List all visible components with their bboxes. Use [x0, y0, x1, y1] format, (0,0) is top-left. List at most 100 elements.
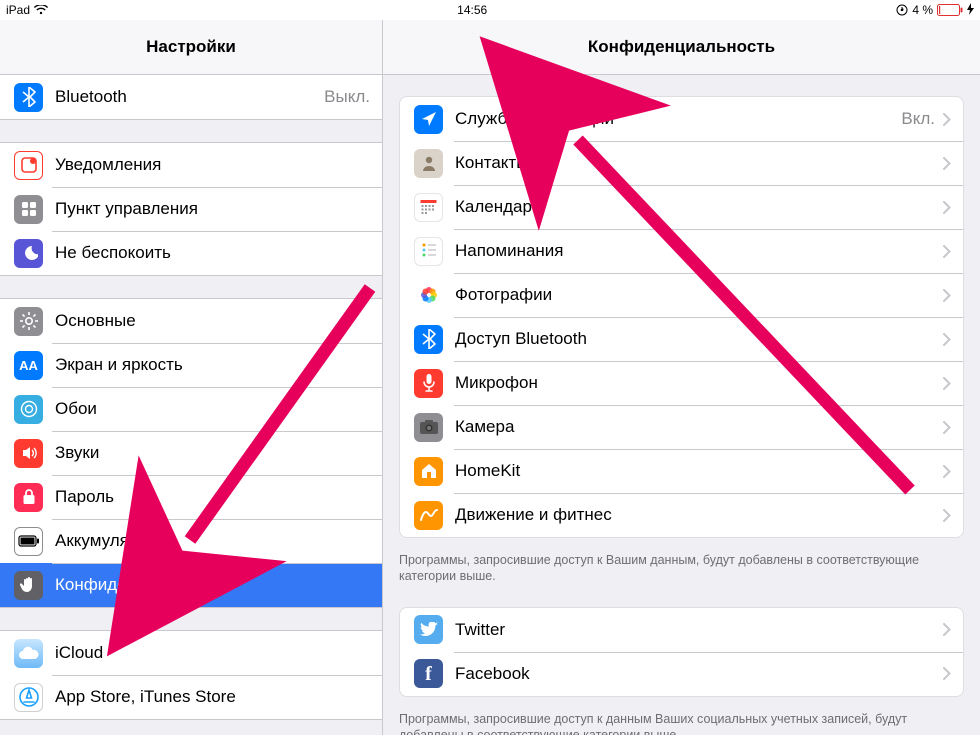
detail-item-label: Микрофон: [455, 373, 935, 393]
gear-icon: [14, 307, 43, 336]
sidebar-item-label: Звуки: [55, 443, 370, 463]
detail-item-contacts[interactable]: Контакты: [400, 141, 963, 185]
sidebar-item-notifications[interactable]: Уведомления: [0, 143, 382, 187]
home-icon: [414, 457, 443, 486]
sidebar-item-label: Обои: [55, 399, 370, 419]
sidebar-group: Основные AA Экран и яркость Обои Звуки: [0, 298, 382, 608]
wifi-icon: [34, 5, 48, 15]
bluetooth-icon: [414, 325, 443, 354]
sidebar-item-value: Выкл.: [324, 87, 370, 107]
detail-item-location[interactable]: Службы геолокации Вкл.: [400, 97, 963, 141]
detail-item-label: Камера: [455, 417, 935, 437]
sidebar-group: iCloud App Store, iTunes Store: [0, 630, 382, 720]
location-arrow-icon: [414, 105, 443, 134]
lock-icon: [14, 483, 43, 512]
detail-item-homekit[interactable]: HomeKit: [400, 449, 963, 493]
detail-item-facebook[interactable]: f Facebook: [400, 652, 963, 696]
battery-percent: 4 %: [912, 3, 933, 17]
chevron-right-icon: [943, 289, 951, 302]
camera-icon: [414, 413, 443, 442]
icloud-icon: [14, 639, 43, 668]
detail-item-label: Facebook: [455, 664, 935, 684]
sidebar-item-label: Bluetooth: [55, 87, 316, 107]
display-brightness-icon: AA: [14, 351, 43, 380]
detail-item-label: Контакты: [455, 153, 935, 173]
sidebar-item-privacy[interactable]: Конфиденциальность: [0, 563, 382, 607]
speaker-icon: [14, 439, 43, 468]
sidebar-item-wallpaper[interactable]: Обои: [0, 387, 382, 431]
sidebar-item-icloud[interactable]: iCloud: [0, 631, 382, 675]
rotation-lock-icon: [896, 4, 908, 16]
chevron-right-icon: [943, 465, 951, 478]
chevron-right-icon: [943, 421, 951, 434]
sidebar-item-passcode[interactable]: Пароль: [0, 475, 382, 519]
contacts-icon: [414, 149, 443, 178]
sidebar-item-battery[interactable]: Аккумулятор: [0, 519, 382, 563]
detail-item-label: Движение и фитнес: [455, 505, 935, 525]
detail-item-motion[interactable]: Движение и фитнес: [400, 493, 963, 537]
chevron-right-icon: [943, 667, 951, 680]
detail-item-label: Службы геолокации: [455, 109, 893, 129]
sidebar-item-appstore[interactable]: App Store, iTunes Store: [0, 675, 382, 719]
wallpaper-icon: [14, 395, 43, 424]
detail-item-label: Календари: [455, 197, 935, 217]
detail-item-value: Вкл.: [901, 109, 935, 129]
chevron-right-icon: [943, 333, 951, 346]
sidebar-item-label: Не беспокоить: [55, 243, 370, 263]
detail-item-bt-sharing[interactable]: Доступ Bluetooth: [400, 317, 963, 361]
charging-icon: [967, 3, 974, 18]
status-bar: iPad 14:56 4 %: [0, 0, 980, 20]
sidebar-group: Bluetooth Выкл.: [0, 75, 382, 120]
detail-item-camera[interactable]: Камера: [400, 405, 963, 449]
detail-item-label: Фотографии: [455, 285, 935, 305]
sidebar-item-label: App Store, iTunes Store: [55, 687, 370, 707]
sidebar-item-control-center[interactable]: Пункт управления: [0, 187, 382, 231]
detail-panel: Конфиденциальность Службы геолокации Вкл…: [383, 20, 980, 735]
moon-icon: [14, 239, 43, 268]
chevron-right-icon: [943, 157, 951, 170]
appstore-icon: [14, 683, 43, 712]
sidebar-item-label: Экран и яркость: [55, 355, 370, 375]
control-center-icon: [14, 195, 43, 224]
photos-icon: [414, 281, 443, 310]
sidebar-item-label: Пароль: [55, 487, 370, 507]
detail-title: Конфиденциальность: [588, 37, 775, 57]
detail-group: Twitter f Facebook: [399, 607, 964, 697]
sidebar-item-label: Основные: [55, 311, 370, 331]
sidebar-item-general[interactable]: Основные: [0, 299, 382, 343]
chevron-right-icon: [943, 201, 951, 214]
battery-icon: [937, 4, 963, 16]
sidebar-item-label: Пункт управления: [55, 199, 370, 219]
detail-header: Конфиденциальность: [383, 20, 980, 75]
sidebar-title: Настройки: [146, 37, 236, 57]
sidebar-item-label: Уведомления: [55, 155, 370, 175]
status-time: 14:56: [48, 3, 896, 17]
detail-item-twitter[interactable]: Twitter: [400, 608, 963, 652]
calendar-icon: [414, 193, 443, 222]
detail-item-label: HomeKit: [455, 461, 935, 481]
detail-item-label: Напоминания: [455, 241, 935, 261]
chevron-right-icon: [943, 509, 951, 522]
settings-sidebar: Настройки Bluetooth Выкл. Уведомления: [0, 20, 383, 735]
sidebar-item-display[interactable]: AA Экран и яркость: [0, 343, 382, 387]
hand-icon: [14, 571, 43, 600]
detail-item-label: Twitter: [455, 620, 935, 640]
sidebar-item-bluetooth[interactable]: Bluetooth Выкл.: [0, 75, 382, 119]
detail-item-microphone[interactable]: Микрофон: [400, 361, 963, 405]
motion-fitness-icon: [414, 501, 443, 530]
detail-group: Службы геолокации Вкл. Контакты Календар…: [399, 96, 964, 538]
detail-item-calendars[interactable]: Календари: [400, 185, 963, 229]
sidebar-item-label: Аккумулятор: [55, 531, 370, 551]
group-footer: Программы, запросившие доступ к данным В…: [383, 705, 980, 735]
notifications-icon: [14, 151, 43, 180]
reminders-icon: [414, 237, 443, 266]
sidebar-item-label: Конфиденциальность: [55, 575, 370, 595]
sidebar-item-label: iCloud: [55, 643, 370, 663]
detail-item-reminders[interactable]: Напоминания: [400, 229, 963, 273]
sidebar-item-dnd[interactable]: Не беспокоить: [0, 231, 382, 275]
twitter-icon: [414, 615, 443, 644]
device-name: iPad: [6, 3, 30, 17]
sidebar-item-sounds[interactable]: Звуки: [0, 431, 382, 475]
chevron-right-icon: [943, 113, 951, 126]
detail-item-photos[interactable]: Фотографии: [400, 273, 963, 317]
